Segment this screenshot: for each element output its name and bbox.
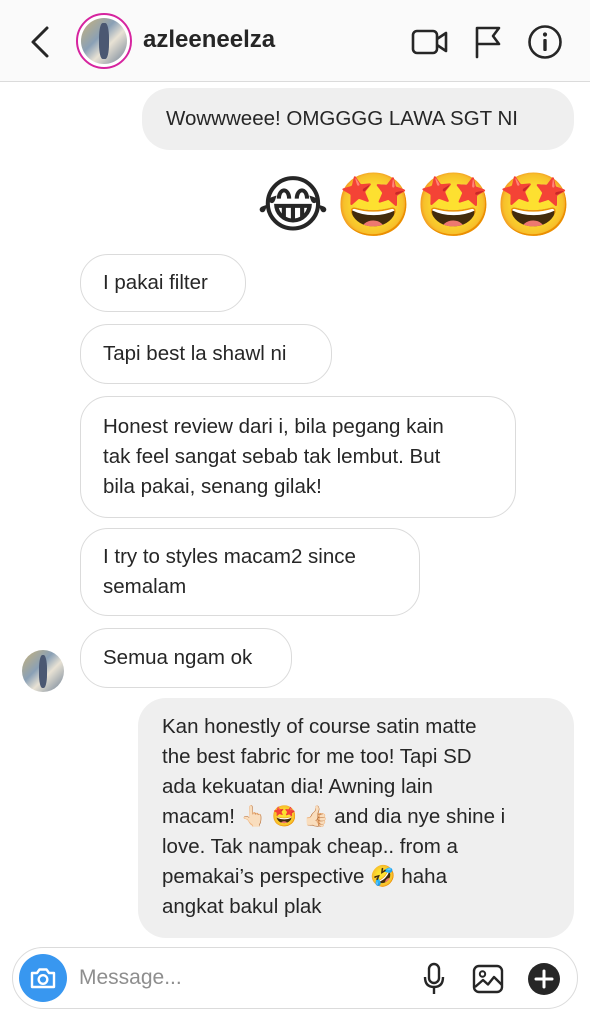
message-line: Honest review dari i, bila pegang kain [103,415,444,438]
star-struck-emoji: 🤩 [415,171,493,240]
profile-avatar[interactable] [76,13,132,69]
back-button[interactable] [22,22,58,62]
message-text: Wowwweee! OMGGGG LAWA SGT NI [166,107,518,130]
chat-header: azleeneelza [0,0,590,82]
message-line: macam! 👆🏻 🤩 👍🏻 and dia nye shine i [162,805,506,828]
emoji-message[interactable]: 😂 🤩 🤩 🤩 [255,168,573,244]
video-call-icon [411,29,448,55]
info-icon [528,25,562,59]
gallery-icon [472,964,504,994]
back-icon [31,26,49,58]
info-button[interactable] [525,22,565,62]
message-text: Tapi best la shawl ni [103,342,287,365]
message-bubble-incoming[interactable]: Semua ngam ok [80,628,292,688]
more-options-button[interactable] [525,960,563,998]
report-button[interactable] [468,22,508,62]
message-bubble-outgoing[interactable]: Kan honestly of course satin matte the b… [138,698,574,938]
message-line: ada kekuatan dia! Awning lain [162,775,433,798]
message-line: love. Tak nampak cheap.. from a [162,835,458,858]
username[interactable]: azleeneelza [143,26,275,54]
camera-button[interactable] [19,954,67,1002]
video-call-button[interactable] [410,22,450,62]
sender-avatar[interactable] [22,650,64,692]
message-line: bila pakai, senang gilak! [103,475,322,498]
message-composer [12,947,578,1009]
message-line: Kan honestly of course satin matte [162,715,477,738]
camera-icon [30,968,56,989]
star-struck-emoji: 🤩 [335,171,413,240]
message-input[interactable] [79,960,409,996]
microphone-icon [423,962,445,994]
message-text: Semua ngam ok [103,646,253,669]
message-line: I try to styles macam2 since [103,545,356,568]
message-line: tak feel sangat sebab tak lembut. But [103,445,441,468]
star-struck-emoji: 🤩 [495,171,573,240]
message-line: pemakai’s perspective 🤣 haha [162,865,447,888]
message-bubble-incoming[interactable]: I pakai filter [80,254,246,312]
message-line: the best fabric for me too! Tapi SD [162,745,472,768]
message-bubble-outgoing[interactable]: Wowwweee! OMGGGG LAWA SGT NI [142,88,574,150]
voice-message-button[interactable] [415,960,453,998]
message-line: angkat bakul plak [162,895,322,918]
message-text: I pakai filter [103,271,208,294]
message-bubble-incoming[interactable]: I try to styles macam2 since semalam [80,528,420,616]
gallery-button[interactable] [469,960,507,998]
message-line: semalam [103,575,187,598]
message-bubble-incoming[interactable]: Tapi best la shawl ni [80,324,332,384]
plus-icon [528,963,560,995]
tears-of-joy-emoji: 😂 [256,171,330,240]
flag-icon [475,26,501,59]
message-bubble-incoming[interactable]: Honest review dari i, bila pegang kain t… [80,396,516,518]
